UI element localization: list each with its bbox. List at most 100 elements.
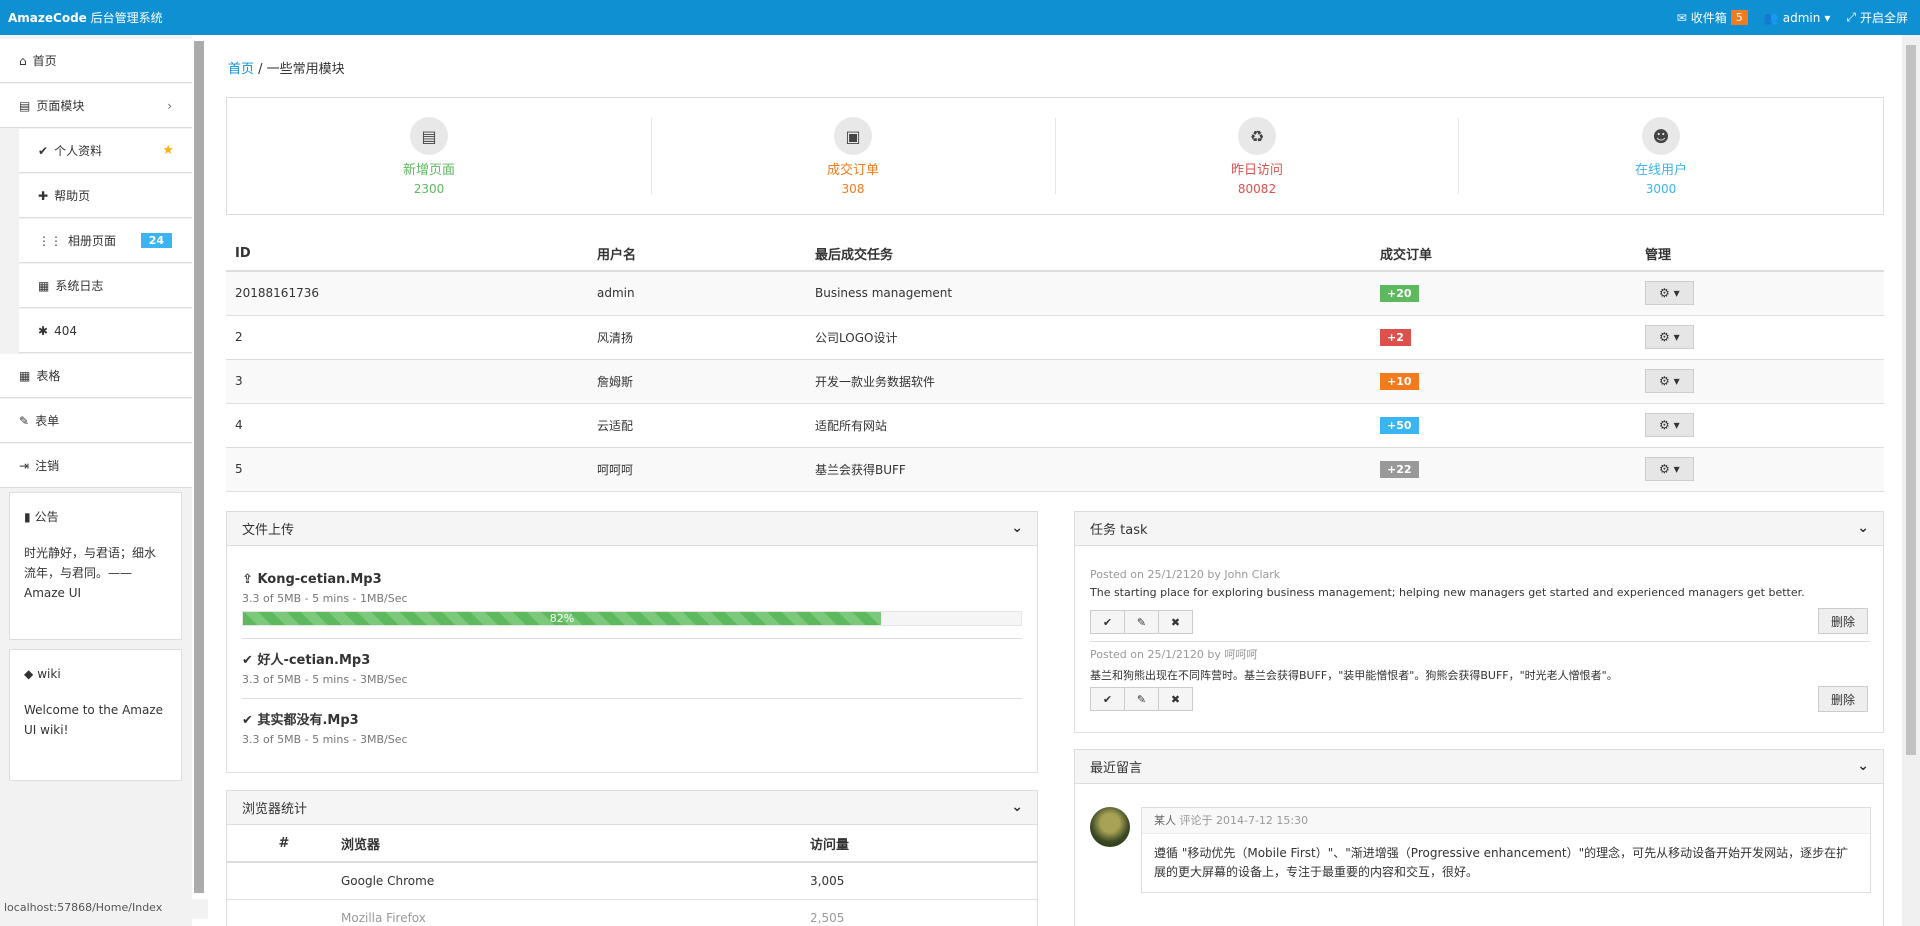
sidebar-item-help[interactable]: ✚ 帮助页 xyxy=(19,174,192,218)
stat-value: 2300 xyxy=(413,182,445,196)
progress-fill: 82% xyxy=(243,612,881,625)
sidebar-item-form[interactable]: ✎ 表单 xyxy=(0,399,192,443)
brand-name: AmazeCode xyxy=(8,11,87,25)
delete-button[interactable]: 删除 xyxy=(1818,686,1868,712)
user-menu[interactable]: 👥 admin ▾ xyxy=(1764,11,1831,25)
sidebar-item-table[interactable]: ▦ 表格 xyxy=(0,354,192,398)
sidebar-item-404[interactable]: ✱ 404 xyxy=(19,309,192,353)
column-header: 成交订单 xyxy=(1371,236,1636,272)
edit-button[interactable]: ✎ xyxy=(1124,610,1159,634)
upload-icon: ⇪ xyxy=(242,572,253,587)
sidebar-scroll-thumb[interactable] xyxy=(194,41,204,893)
chevron-down-icon[interactable]: ⌄ xyxy=(1011,520,1023,536)
gear-icon: ⚙ xyxy=(1659,374,1670,388)
grid-icon: ⋮⋮ xyxy=(38,233,62,248)
cell-orders: +22 xyxy=(1371,447,1636,492)
notice-body: 时光静好，与君语；细水流年，与君同。—— Amaze UI xyxy=(24,546,157,600)
sidebar-item-home[interactable]: ⌂ 首页 xyxy=(0,39,192,83)
panel-header: 任务 task ⌄ xyxy=(1075,512,1883,546)
edit-button[interactable]: ✎ xyxy=(1124,687,1159,711)
page-scroll-thumb[interactable] xyxy=(1906,45,1916,755)
star-icon: ★ xyxy=(162,143,174,158)
stat-new-pages[interactable]: ▤ 新增页面 2300 xyxy=(227,98,631,216)
cell-orders: +50 xyxy=(1371,403,1636,448)
caret-down-icon: ▾ xyxy=(1673,330,1680,344)
caret-down-icon: ▾ xyxy=(1673,418,1680,432)
breadcrumb-current: 一些常用模块 xyxy=(266,62,345,77)
wiki-title: wiki xyxy=(37,667,61,681)
brand[interactable]: AmazeCode 后台管理系统 xyxy=(8,9,163,26)
sidebar-scrollbar[interactable] xyxy=(192,35,206,893)
orders-badge: +50 xyxy=(1380,416,1419,434)
top-bar: AmazeCode 后台管理系统 ✉ 收件箱 5 👥 admin ▾ ⤢ 开启全… xyxy=(0,0,1920,35)
caret-down-icon: ▾ xyxy=(1824,10,1831,25)
comment-author[interactable]: 某人 xyxy=(1154,814,1176,827)
stat-label: 昨日访问 xyxy=(1230,163,1283,178)
chevron-down-icon[interactable]: ⌄ xyxy=(1857,520,1869,536)
upload-item: ✔ 好人-cetian.Mp3 3.3 of 5MB - 5 mins - 3M… xyxy=(242,649,1022,686)
puzzle-icon: ✚ xyxy=(38,188,49,203)
cell-browser: Mozilla Firefox xyxy=(341,899,810,926)
file-name: Kong-cetian.Mp3 xyxy=(257,572,382,587)
sidebar-item-gallery[interactable]: ⋮⋮ 相册页面 24 xyxy=(19,219,192,263)
stat-online-users[interactable]: ☻ 在线用户 3000 xyxy=(1459,98,1863,216)
check-button[interactable]: ✔ xyxy=(1090,687,1125,711)
wiki-card: ◆ wiki Welcome to the Amaze UI wiki! xyxy=(9,649,182,781)
manage-dropdown-button[interactable]: ⚙ ▾ xyxy=(1645,325,1694,349)
breadcrumb-separator: / xyxy=(258,62,267,77)
sidebar-item-profile[interactable]: ✔ 个人资料 ★ xyxy=(19,129,192,173)
stat-value: 80082 xyxy=(1237,182,1277,196)
notice-card: ▮ 公告 时光静好，与君语；细水流年，与君同。—— Amaze UI xyxy=(9,492,182,640)
table-header-row: ID 用户名 最后成交任务 成交订单 管理 xyxy=(226,236,1884,272)
column-header: ID xyxy=(226,236,588,272)
manage-dropdown-button[interactable]: ⚙ ▾ xyxy=(1645,369,1694,393)
page-scrollbar[interactable] xyxy=(1902,35,1920,926)
manage-dropdown-button[interactable]: ⚙ ▾ xyxy=(1645,413,1694,437)
orders-badge: +22 xyxy=(1380,460,1419,478)
chevron-down-icon[interactable]: ⌄ xyxy=(1011,799,1023,815)
breadcrumb-home[interactable]: 首页 xyxy=(228,62,254,77)
chevron-down-icon[interactable]: ⌄ xyxy=(1857,758,1869,774)
orders-table: ID 用户名 最后成交任务 成交订单 管理 20188161736 admin … xyxy=(226,236,1884,492)
delete-button[interactable]: 删除 xyxy=(1818,608,1868,634)
gear-icon: ⚙ xyxy=(1659,330,1670,344)
file-icon: ▤ xyxy=(19,98,31,113)
task-posted: Posted on 25/1/2120 by 呵呵呵 xyxy=(1090,648,1258,661)
close-button[interactable]: ✖ xyxy=(1158,610,1193,634)
cell-task: 适配所有网站 xyxy=(806,403,1371,448)
manage-dropdown-button[interactable]: ⚙ ▾ xyxy=(1645,457,1694,481)
sidebar-item-pages[interactable]: ▤ 页面模块 › xyxy=(0,84,192,128)
inbox-link[interactable]: ✉ 收件箱 5 xyxy=(1677,9,1748,26)
task-actions: ✔ ✎ ✖ xyxy=(1090,687,1193,711)
avatar[interactable] xyxy=(1090,807,1130,847)
manage-dropdown-button[interactable]: ⚙ ▾ xyxy=(1645,281,1694,306)
sidebar-item-logout[interactable]: ⇥ 注销 xyxy=(0,444,192,488)
comment-body: 遵循 "移动优先（Mobile First）"、"渐进增强（Progressiv… xyxy=(1154,846,1849,879)
browser-table: # 浏览器 访问量 Google Chrome 3,005 Mozilla Fi… xyxy=(227,825,1037,926)
gear-icon: ⚙ xyxy=(1659,286,1670,301)
comment-meta: 评论于 2014-7-12 15:30 xyxy=(1179,814,1309,827)
cell-orders: +20 xyxy=(1371,271,1636,316)
stat-label: 成交订单 xyxy=(826,163,879,178)
home-icon: ⌂ xyxy=(19,53,27,68)
stat-orders[interactable]: ▣ 成交订单 308 xyxy=(651,98,1055,216)
close-button[interactable]: ✖ xyxy=(1158,687,1193,711)
check-button[interactable]: ✔ xyxy=(1090,610,1125,634)
caret-down-icon: ▾ xyxy=(1673,374,1680,388)
task-text: 基兰和狗熊出现在不同阵营时。基兰会获得BUFF，"装甲能憎恨者"。狗熊会获得BU… xyxy=(1090,669,1618,682)
check-icon: ✔ xyxy=(242,653,253,668)
cell-browser: Google Chrome xyxy=(341,862,810,900)
cell-visits: 2,505 xyxy=(810,899,1037,926)
tasks-panel: 任务 task ⌄ Posted on 25/1/2120 by John Cl… xyxy=(1074,511,1884,733)
panel-header: 文件上传 ⌄ xyxy=(227,512,1037,546)
column-header: # xyxy=(227,825,341,863)
fullscreen-button[interactable]: ⤢ 开启全屏 xyxy=(1846,9,1908,26)
file-icon: ▤ xyxy=(410,117,448,155)
cell-visits: 3,005 xyxy=(810,862,1037,900)
recycle-icon: ♻ xyxy=(1238,117,1276,155)
check-icon: ✔ xyxy=(242,713,253,728)
stat-visits[interactable]: ♻ 昨日访问 80082 xyxy=(1055,98,1459,216)
sidebar-item-log[interactable]: ▦ 系统日志 xyxy=(19,264,192,308)
table-row: 5 呵呵呵 基兰会获得BUFF +22 ⚙ ▾ xyxy=(226,447,1884,492)
divider xyxy=(242,638,1022,639)
